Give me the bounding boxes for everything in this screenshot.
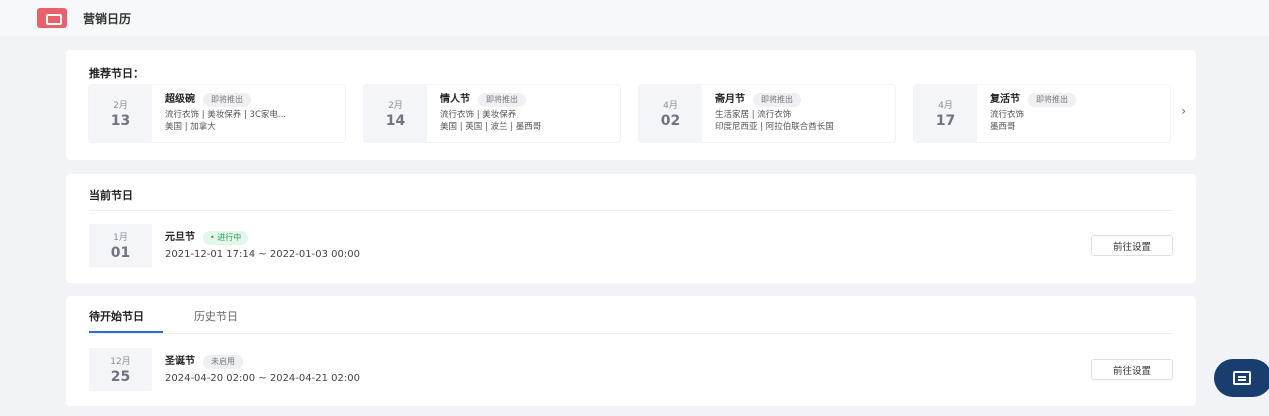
time-range: 2024-04-20 02:00 ~ 2024-04-21 02:00	[165, 373, 360, 384]
day: 01	[110, 245, 131, 261]
calendar-logo-icon	[37, 8, 67, 28]
day: 13	[110, 113, 131, 129]
regions: 美国 | 英国 | 波兰 | 墨西哥	[440, 122, 542, 132]
recommended-title: 推荐节日：	[89, 67, 144, 80]
festival-name: 情人节	[440, 94, 470, 105]
app-header: 营销日历	[0, 0, 1269, 36]
tab-history[interactable]: 历史节日	[194, 308, 238, 324]
day: 02	[660, 113, 681, 129]
message-icon	[1233, 371, 1251, 385]
categories: 生活家居 | 流行衣饰	[715, 110, 792, 120]
day: 17	[935, 113, 956, 129]
page-title: 营销日历	[83, 11, 132, 26]
date-block: 4月 02	[639, 85, 702, 142]
regions: 印度尼西亚 | 阿拉伯联合酋长国	[715, 122, 834, 132]
month: 4月	[663, 101, 678, 111]
festival-name: 复活节	[990, 94, 1020, 105]
regions: 墨西哥	[990, 122, 1016, 132]
festival-name: 超级碗	[165, 94, 195, 105]
go-settings-button[interactable]: 前往设置	[1091, 235, 1173, 256]
day: 14	[385, 113, 406, 129]
date-block: 2月 13	[89, 85, 152, 142]
categories: 流行衣饰 | 美妆保养 | 3C家电...	[165, 110, 286, 120]
status-badge: 即将推出	[203, 93, 251, 107]
upcoming-card: 待开始节日 历史节日 12月 25 圣诞节 未启用 2024-04-20 02:00…	[66, 296, 1196, 406]
festival-name: 斋月节	[715, 94, 745, 105]
chat-button[interactable]	[1214, 359, 1269, 397]
month: 4月	[938, 101, 953, 111]
divider	[89, 210, 1173, 211]
recommended-festival-item[interactable]: 4月 17 复活节 即将推出 流行衣饰 墨西哥	[914, 85, 1170, 142]
recommended-festival-item[interactable]: 2月 14 情人节 即将推出 流行衣饰 | 美妆保养 美国 | 英国 | 波兰 | …	[364, 85, 620, 142]
status-badge: 即将推出	[1028, 93, 1076, 107]
status-badge: 即将推出	[753, 93, 801, 107]
go-settings-button[interactable]: 前往设置	[1091, 359, 1173, 380]
list-item: 12月 25 圣诞节 未启用 2024-04-20 02:00 ~ 2024-04-…	[89, 348, 360, 391]
status-badge: • 进行中	[203, 231, 249, 245]
festival-name: 圣诞节	[165, 356, 195, 367]
current-card: 当前节日 1月 01 元旦节 • 进行中 2021-12-01 17:14 ~ 20…	[66, 174, 1196, 283]
date-block: 4月 17	[914, 85, 977, 142]
divider	[89, 333, 1173, 334]
time-range: 2021-12-01 17:14 ~ 2022-01-03 00:00	[165, 249, 360, 260]
categories: 流行衣饰	[990, 110, 1025, 120]
recommended-festival-item[interactable]: 2月 13 超级碗 即将推出 流行衣饰 | 美妆保养 | 3C家电... 美国 | …	[89, 85, 345, 142]
month: 1月	[113, 233, 128, 243]
date-block: 2月 14	[364, 85, 427, 142]
month: 2月	[113, 101, 128, 111]
status-badge: 未启用	[203, 355, 243, 369]
month: 2月	[388, 101, 403, 111]
day: 25	[110, 369, 131, 385]
festival-name: 元旦节	[165, 232, 195, 243]
month: 12月	[110, 357, 131, 367]
list-item: 1月 01 元旦节 • 进行中 2021-12-01 17:14 ~ 2022-01…	[89, 224, 360, 267]
current-title: 当前节日	[89, 189, 133, 202]
recommended-festival-item[interactable]: 4月 02 斋月节 即将推出 生活家居 | 流行衣饰 印度尼西亚 | 阿拉伯联合酋长…	[639, 85, 895, 142]
tab-upcoming[interactable]: 待开始节日	[89, 308, 144, 324]
regions: 美国 | 加拿大	[165, 122, 216, 132]
recommended-card: 推荐节日： 2月 13 超级碗 即将推出 流行衣饰 | 美妆保养 | 3C家电...…	[66, 50, 1196, 160]
categories: 流行衣饰 | 美妆保养	[440, 110, 517, 120]
status-badge: 即将推出	[478, 93, 526, 107]
chevron-right-icon[interactable]: ›	[1181, 104, 1186, 118]
